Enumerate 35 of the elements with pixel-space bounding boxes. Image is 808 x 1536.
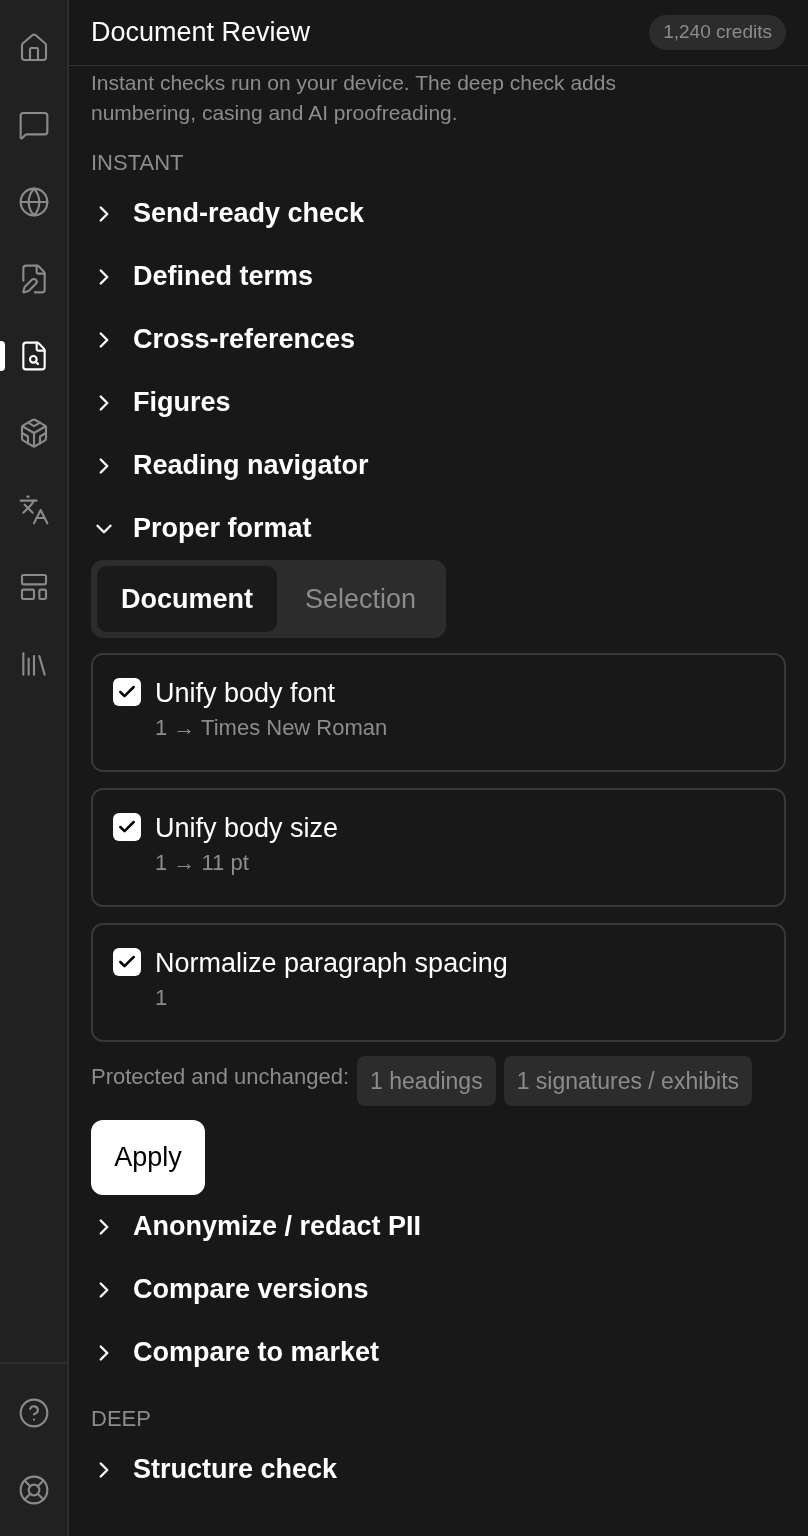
intro-text: Instant checks run on your device. The deep check adds numbering, casing and AI proofreading. — [91, 70, 617, 126]
accordion-header[interactable]: Structure check — [91, 1438, 786, 1501]
section-label: INSTANT — [91, 149, 185, 177]
help-icon[interactable] — [17, 1396, 50, 1429]
checkbox[interactable] — [113, 678, 141, 706]
view-tab[interactable]: Selection — [281, 566, 441, 632]
option-detail: 1 → 11 pt — [155, 849, 250, 877]
globe-icon[interactable] — [17, 185, 50, 218]
view-tab[interactable]: Document — [97, 566, 277, 632]
option-title: Unify body font — [155, 677, 337, 709]
accordion-header[interactable]: Send-ready check — [91, 182, 786, 245]
credits-badge: 1,240 credits — [649, 15, 786, 50]
accordion-header[interactable]: Proper format — [91, 497, 786, 560]
accordion-header[interactable]: Reading navigator — [91, 434, 786, 497]
accordion-header[interactable]: Figures — [91, 371, 786, 434]
protected-tag: 1 headings — [357, 1056, 496, 1106]
accordion-header[interactable]: Cross-references — [91, 308, 786, 371]
option-title: Unify body size — [155, 812, 339, 844]
accordion-header[interactable]: Defined terms — [91, 245, 786, 308]
accordion-header[interactable]: Anonymize / redact PII — [91, 1195, 786, 1258]
section-label: DEEP — [91, 1405, 152, 1433]
translate-icon[interactable] — [17, 493, 50, 526]
page-title: Document Review — [91, 16, 311, 50]
accordion-header[interactable]: Compare to market — [91, 1321, 786, 1384]
option-detail: 1 → Times New Roman — [155, 714, 388, 742]
accordion-header[interactable]: Compare versions — [91, 1258, 786, 1321]
protected-tag: 1 signatures / exhibits — [503, 1056, 753, 1106]
apply-button[interactable]: Apply — [91, 1120, 205, 1195]
lifebuoy-icon[interactable] — [17, 1473, 50, 1506]
option-detail: 1 — [155, 984, 169, 1012]
active-indicator — [0, 341, 5, 371]
checkbox[interactable] — [113, 948, 141, 976]
checkbox[interactable] — [113, 813, 141, 841]
protected-label: Protected and unchanged: — [91, 1063, 350, 1091]
option-title: Normalize paragraph spacing — [155, 947, 508, 979]
